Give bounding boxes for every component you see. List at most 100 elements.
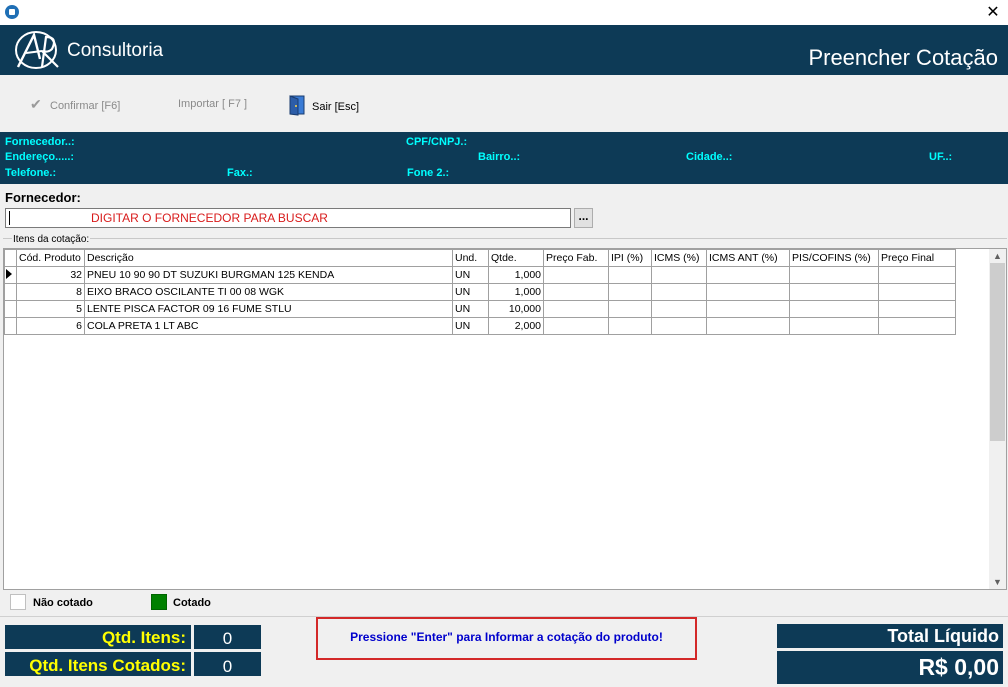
cell-descricao[interactable]: EIXO BRACO OSCILANTE TI 00 08 WGK [84, 283, 453, 301]
supplier-search-input[interactable]: DIGITAR O FORNECEDOR PARA BUSCAR [5, 208, 571, 228]
cell-preco-fab[interactable] [543, 283, 609, 301]
cell-preco-fab[interactable] [543, 300, 609, 318]
info-cpf-cnpj-label: CPF/CNPJ.: [406, 136, 468, 148]
cell-codigo[interactable]: 5 [16, 300, 85, 318]
info-fornecedor-label: Fornecedor..: [5, 136, 75, 148]
items-table: Cód. Produto Descrição Und. Qtde. Preço … [4, 249, 956, 335]
column-header[interactable]: Preço Final [878, 249, 956, 267]
cell-icms[interactable] [651, 300, 707, 318]
info-cidade-label: Cidade..: [686, 151, 733, 163]
items-group-border [3, 238, 1007, 239]
cell-codigo[interactable]: 32 [16, 266, 85, 284]
row-indicator-header [4, 249, 17, 267]
column-header[interactable]: ICMS ANT (%) [706, 249, 790, 267]
cell-descricao[interactable]: LENTE PISCA FACTOR 09 16 FUME STLU [84, 300, 453, 318]
legend-cotado-label: Cotado [173, 597, 211, 609]
cell-qtde[interactable]: 1,000 [488, 283, 544, 301]
info-bairro-label: Bairro..: [478, 151, 521, 163]
cell-pis-cofins[interactable] [789, 266, 879, 284]
cell-icms-ant[interactable] [706, 317, 790, 335]
checkmark-icon: ✔ [30, 96, 42, 112]
table-row[interactable]: 5 LENTE PISCA FACTOR 09 16 FUME STLU UN … [4, 300, 956, 318]
row-indicator[interactable] [4, 300, 17, 318]
cell-icms-ant[interactable] [706, 300, 790, 318]
cell-preco-final[interactable] [878, 266, 956, 284]
table-row[interactable]: 6 COLA PRETA 1 LT ABC UN 2,000 [4, 317, 956, 335]
page-title: Preencher Cotação [808, 45, 998, 70]
info-uf-label: UF..: [929, 151, 953, 163]
table-row[interactable]: 8 EIXO BRACO OSCILANTE TI 00 08 WGK UN 1… [4, 283, 956, 301]
cell-qtde[interactable]: 1,000 [488, 266, 544, 284]
cell-icms[interactable] [651, 266, 707, 284]
cell-icms[interactable] [651, 283, 707, 301]
cell-preco-final[interactable] [878, 317, 956, 335]
import-button[interactable]: Importar [ F7 ] [178, 96, 247, 112]
supplier-lookup-button[interactable]: ... [574, 208, 593, 228]
cell-und[interactable]: UN [452, 283, 489, 301]
grid-vertical-scrollbar[interactable]: ▲ ▼ [989, 249, 1006, 589]
scroll-up-arrow-icon[interactable]: ▲ [989, 249, 1006, 263]
window-titlebar [0, 0, 1008, 25]
cell-icms-ant[interactable] [706, 266, 790, 284]
cell-preco-fab[interactable] [543, 317, 609, 335]
row-indicator[interactable] [4, 283, 17, 301]
qtd-itens-value: 0 [194, 625, 261, 649]
cell-icms-ant[interactable] [706, 283, 790, 301]
cell-descricao[interactable]: PNEU 10 90 90 DT SUZUKI BURGMAN 125 KEND… [84, 266, 453, 284]
info-endereco-label: Endereço.....: [5, 151, 75, 163]
column-header[interactable]: Descrição [84, 249, 453, 267]
cell-pis-cofins[interactable] [789, 300, 879, 318]
cell-ipi[interactable] [608, 266, 652, 284]
cell-ipi[interactable] [608, 283, 652, 301]
qtd-itens-cotados-label: Qtd. Itens Cotados: [5, 652, 191, 676]
column-header[interactable]: Cód. Produto [16, 249, 85, 267]
supplier-search-placeholder: DIGITAR O FORNECEDOR PARA BUSCAR [91, 211, 328, 225]
app-icon [5, 5, 19, 19]
column-header[interactable]: IPI (%) [608, 249, 652, 267]
cell-icms[interactable] [651, 317, 707, 335]
cell-preco-fab[interactable] [543, 266, 609, 284]
total-liquido-label: Total Líquido [777, 624, 1003, 648]
text-caret [9, 211, 10, 225]
cell-und[interactable]: UN [452, 317, 489, 335]
cell-qtde[interactable]: 2,000 [488, 317, 544, 335]
qtd-itens-cotados-value: 0 [194, 652, 261, 676]
scroll-thumb[interactable] [990, 263, 1005, 441]
exit-button[interactable]: Sair [Esc] [288, 95, 359, 116]
cell-codigo[interactable]: 6 [16, 317, 85, 335]
items-group-label: Itens da cotação: [12, 234, 91, 245]
enter-hint-message: Pressione "Enter" para Informar a cotaçã… [316, 617, 697, 660]
cell-preco-final[interactable] [878, 283, 956, 301]
cell-ipi[interactable] [608, 317, 652, 335]
column-header[interactable]: PIS/COFINS (%) [789, 249, 879, 267]
cell-pis-cofins[interactable] [789, 317, 879, 335]
quotation-items-grid[interactable]: Cód. Produto Descrição Und. Qtde. Preço … [3, 248, 1007, 590]
info-fone2-label: Fone 2.: [407, 167, 450, 179]
supplier-search-label: Fornecedor: [5, 190, 81, 205]
current-row-arrow-icon [6, 268, 12, 279]
column-header[interactable]: Qtde. [488, 249, 544, 267]
cell-codigo[interactable]: 8 [16, 283, 85, 301]
scroll-down-arrow-icon[interactable]: ▼ [989, 575, 1006, 589]
legend-nao-cotado-label: Não cotado [33, 597, 93, 609]
cell-ipi[interactable] [608, 300, 652, 318]
row-indicator[interactable] [4, 317, 17, 335]
company-name: Consultoria [67, 40, 164, 61]
cell-und[interactable]: UN [452, 300, 489, 318]
column-header[interactable]: ICMS (%) [651, 249, 707, 267]
column-header[interactable]: Und. [452, 249, 489, 267]
cell-descricao[interactable]: COLA PRETA 1 LT ABC [84, 317, 453, 335]
cell-und[interactable]: UN [452, 266, 489, 284]
exit-door-icon [289, 95, 305, 116]
column-header[interactable]: Preço Fab. [543, 249, 609, 267]
cell-qtde[interactable]: 10,000 [488, 300, 544, 318]
total-liquido-value: R$ 0,00 [777, 651, 1003, 684]
row-indicator[interactable] [4, 266, 17, 284]
close-button[interactable]: ✕ [980, 2, 1006, 23]
table-row[interactable]: 32 PNEU 10 90 90 DT SUZUKI BURGMAN 125 K… [4, 266, 956, 284]
cell-pis-cofins[interactable] [789, 283, 879, 301]
confirm-button[interactable]: ✔ Confirmar [F6] [30, 96, 120, 112]
company-logo-mark [15, 31, 59, 69]
toolbar [0, 75, 1008, 132]
cell-preco-final[interactable] [878, 300, 956, 318]
